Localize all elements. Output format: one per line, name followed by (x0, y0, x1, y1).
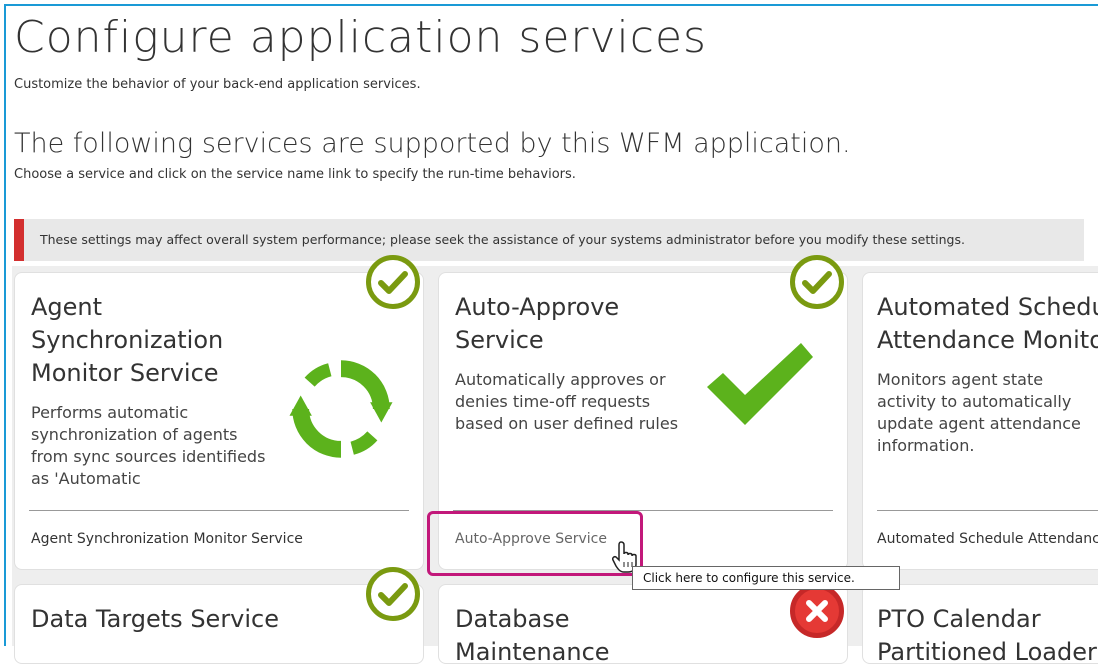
page-subtitle: Customize the behavior of your back-end … (14, 77, 421, 92)
enabled-status-icon (366, 255, 420, 309)
card-title-line: Automated Schedule (877, 293, 1098, 321)
card-description: Automatically approves or denies time-of… (455, 370, 679, 433)
card-description: Monitors agent state activity to automat… (877, 370, 1081, 455)
service-card-automated-schedule[interactable]: Automated Schedule Attendance Monitor Mo… (862, 272, 1098, 570)
card-divider (29, 510, 409, 511)
tooltip: Click here to configure this service. (632, 566, 900, 590)
sync-icon (289, 360, 393, 458)
card-title-line: Monitor Service (31, 359, 219, 387)
warning-banner: These settings may affect overall system… (14, 219, 1084, 261)
checkmark-icon (707, 343, 813, 425)
card-title-line: Agent (31, 293, 103, 321)
hover-highlight (427, 511, 643, 576)
enabled-status-icon (366, 567, 420, 621)
section-subtitle: Choose a service and click on the servic… (14, 167, 576, 182)
card-title: PTO Calendar Partitioned Loader (877, 603, 1097, 664)
service-card-pto-calendar[interactable]: PTO Calendar Partitioned Loader (862, 584, 1098, 664)
card-title-line: PTO Calendar (877, 605, 1041, 633)
card-title: Agent Synchronization Monitor Service (31, 291, 223, 390)
warning-text: These settings may affect overall system… (40, 232, 965, 247)
section-title: The following services are supported by … (14, 128, 851, 159)
card-title: Data Targets Service (31, 603, 279, 636)
card-title-line: Maintenance (455, 638, 610, 664)
card-title: Database Maintenance (455, 603, 610, 664)
card-description: Performs automatic synchronization of ag… (31, 403, 266, 488)
enabled-status-icon (790, 255, 844, 309)
disabled-status-icon (790, 584, 844, 638)
card-title-line: Data Targets Service (31, 605, 280, 633)
card-title-line: Attendance Monitor (877, 326, 1098, 354)
card-title-line: Synchronization (31, 326, 224, 354)
card-footer-link[interactable]: Agent Synchronization Monitor Service (31, 531, 303, 547)
page-title: Configure application services (14, 12, 707, 63)
service-card-agent-sync[interactable]: Agent Synchronization Monitor Service Pe… (14, 272, 424, 570)
card-footer-link[interactable]: Automated Schedule Attendance (877, 531, 1098, 547)
service-card-data-targets[interactable]: Data Targets Service (14, 584, 424, 664)
card-title-line: Service (455, 326, 544, 354)
card-title: Auto-Approve Service (455, 291, 619, 357)
service-card-database-maintenance[interactable]: Database Maintenance (438, 584, 848, 664)
card-title-line: Partitioned Loader (877, 638, 1097, 664)
card-title-line: Auto-Approve (455, 293, 620, 321)
card-divider (877, 510, 1098, 511)
card-title-line: Database (455, 605, 570, 633)
card-title: Automated Schedule Attendance Monitor (877, 291, 1098, 357)
